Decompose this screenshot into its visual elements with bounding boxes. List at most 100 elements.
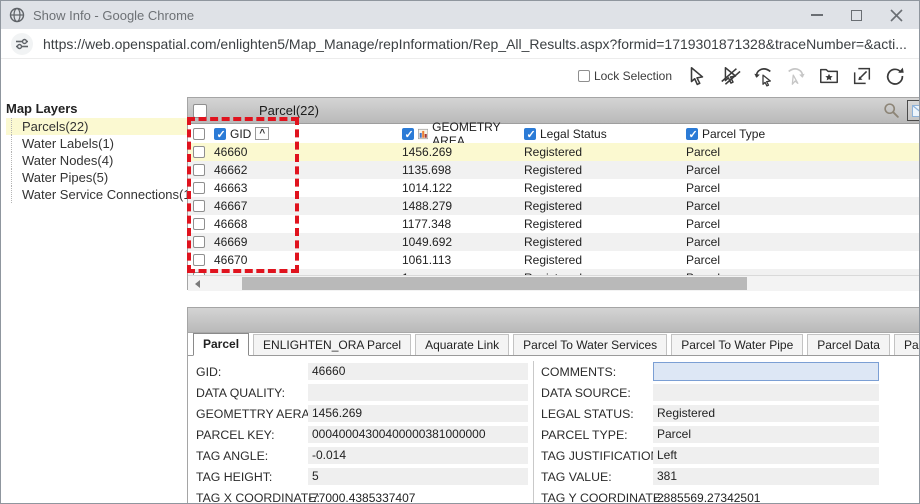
saved-selections-folder-icon[interactable] [817, 64, 841, 88]
cell-gid: 46669 [210, 235, 398, 249]
grid-title-bar: Parcel(22) X [188, 98, 920, 124]
tab-parcel-water-pipes-1[interactable]: Parcel Water Pipes 1 [894, 334, 920, 355]
cell-area: 1177.348 [398, 217, 520, 231]
sidebar-item-parcels-22[interactable]: Parcels(22) [6, 118, 187, 135]
field-value-parcel-type: Parcel [653, 426, 879, 443]
field-value-data-quality [308, 384, 528, 401]
field-row-geomettry-aera: GEOMETTRY AERA:1456.269 [196, 403, 528, 424]
scroll-left-arrow[interactable] [190, 276, 205, 291]
row-checkbox[interactable] [193, 236, 205, 248]
lock-selection-checkbox[interactable] [578, 70, 590, 82]
horizontal-scroll-thumb[interactable] [242, 277, 747, 290]
row-checkbox[interactable] [193, 200, 205, 212]
column-type-label: Parcel Type [702, 127, 765, 141]
map-layers-title: Map Layers [6, 101, 187, 116]
refresh-icon[interactable] [883, 64, 907, 88]
cell-gid: 46660 [210, 145, 398, 159]
column-header-parcel-type[interactable]: Parcel Type [682, 127, 920, 141]
site-settings-icon[interactable] [11, 33, 33, 55]
field-row-data-source: DATA SOURCE: [541, 382, 920, 403]
redo-selection-icon-disabled [784, 64, 808, 88]
tab-parcel[interactable]: Parcel [193, 333, 249, 356]
field-row-data-quality: DATA QUALITY: [196, 382, 528, 403]
grid-title: Parcel(22) [259, 103, 319, 118]
field-value-tag-height: 5 [308, 468, 528, 485]
column-header-legal-status[interactable]: Legal Status [520, 127, 682, 141]
row-checkbox[interactable] [193, 254, 205, 266]
cell-gid: 46667 [210, 199, 398, 213]
field-row-tag-x-coordinate: TAG X COORDINATE:-77000.4385337407 [196, 487, 528, 504]
detail-panel: ParcelENLIGHTEN_ORA ParcelAquarate LinkP… [187, 307, 920, 504]
tab-parcel-to-water-services[interactable]: Parcel To Water Services [513, 334, 667, 355]
field-value-tag-y-coordinate: -2885569.27342501 [653, 491, 760, 504]
horizontal-scrollbar[interactable] [188, 275, 920, 291]
sidebar-item-water-nodes-4[interactable]: Water Nodes(4) [6, 152, 187, 169]
mail-icon[interactable] [912, 105, 920, 117]
cell-area: 1014.122 [398, 181, 520, 195]
column-gid-checkbox[interactable] [214, 128, 226, 140]
row-checkbox[interactable] [193, 146, 205, 158]
detail-title-bar [188, 308, 920, 333]
table-row[interactable]: 466631014.122RegisteredParcel [188, 179, 920, 197]
cell-gid: 46668 [210, 217, 398, 231]
deselect-arrow-icon[interactable] [718, 64, 742, 88]
column-legal-label: Legal Status [540, 127, 607, 141]
maximize-icon[interactable] [851, 10, 862, 21]
table-row[interactable]: 466691049.692RegisteredParcel [188, 233, 920, 251]
detail-tabs: ParcelENLIGHTEN_ORA ParcelAquarate LinkP… [188, 333, 920, 356]
table-row[interactable]: 466671488.279RegisteredParcel [188, 197, 920, 215]
chrome-popup-window: Show Info - Google Chrome https://web.op… [0, 0, 920, 504]
search-icon[interactable] [883, 102, 900, 119]
row-checkbox[interactable] [193, 218, 205, 230]
header-select-all-checkbox[interactable] [193, 128, 205, 140]
select-all-rows-checkbox[interactable] [193, 104, 207, 118]
field-label-data-source: DATA SOURCE: [541, 386, 653, 400]
sidebar-item-water-service-connections-18[interactable]: Water Service Connections(18) [6, 186, 187, 203]
field-label-tag-value: TAG VALUE: [541, 470, 653, 484]
field-row-parcel-key: PARCEL KEY:00040004300400000381000000 [196, 424, 528, 445]
import-selection-icon[interactable] [850, 64, 874, 88]
field-value-geomettry-aera: 1456.269 [308, 405, 528, 422]
field-label-legal-status: LEGAL STATUS: [541, 407, 653, 421]
tab-enlighten-ora-parcel[interactable]: ENLIGHTEN_ORA Parcel [253, 334, 411, 355]
table-row[interactable]: 466601456.269RegisteredParcel [188, 143, 920, 161]
url-text[interactable]: https://web.openspatial.com/enlighten5/M… [43, 36, 907, 52]
cell-type: Parcel [682, 181, 920, 195]
url-bar: https://web.openspatial.com/enlighten5/M… [1, 29, 919, 59]
field-value-data-source [653, 384, 879, 401]
sidebar-item-water-labels-1[interactable]: Water Labels(1) [6, 135, 187, 152]
table-row[interactable]: 466701061.113RegisteredParcel [188, 251, 920, 269]
row-checkbox[interactable] [193, 182, 205, 194]
tab-parcel-to-water-pipe[interactable]: Parcel To Water Pipe [671, 334, 803, 355]
title-bar: Show Info - Google Chrome [1, 1, 919, 29]
undo-selection-icon[interactable] [751, 64, 775, 88]
close-icon[interactable] [890, 9, 903, 22]
tab-parcel-data[interactable]: Parcel Data [807, 334, 890, 355]
field-value-tag-angle: -0.014 [308, 447, 528, 464]
sidebar-item-water-pipes-5[interactable]: Water Pipes(5) [6, 169, 187, 186]
lock-selection-label: Lock Selection [594, 69, 672, 83]
column-type-checkbox[interactable] [686, 128, 698, 140]
cell-legal: Registered [520, 181, 682, 195]
field-row-tag-angle: TAG ANGLE:-0.014 [196, 445, 528, 466]
field-value-parcel-key: 00040004300400000381000000 [308, 426, 528, 443]
table-row[interactable]: 466621135.698RegisteredParcel [188, 161, 920, 179]
cell-type: Parcel [682, 199, 920, 213]
table-row[interactable]: 466681177.348RegisteredParcel [188, 215, 920, 233]
minimize-icon[interactable] [811, 14, 823, 16]
grid-body: 466601456.269RegisteredParcel466621135.6… [188, 143, 920, 269]
detail-fields: GID:46660DATA QUALITY:GEOMETTRY AERA:145… [188, 356, 920, 504]
column-area-checkbox[interactable] [402, 128, 414, 140]
cell-type: Parcel [682, 163, 920, 177]
column-header-gid[interactable]: GID ^ [210, 127, 398, 141]
tab-aquarate-link[interactable]: Aquarate Link [415, 334, 509, 355]
select-arrow-icon[interactable] [685, 64, 709, 88]
row-checkbox[interactable] [193, 164, 205, 176]
sort-ascending-icon[interactable]: ^ [255, 127, 269, 140]
comments-input[interactable] [653, 362, 879, 381]
window-title: Show Info - Google Chrome [33, 8, 811, 23]
field-value-tag-justification: Left [653, 447, 879, 464]
column-legal-checkbox[interactable] [524, 128, 536, 140]
field-row-comments: COMMENTS: [541, 361, 920, 382]
column-gid-label: GID [230, 127, 251, 141]
